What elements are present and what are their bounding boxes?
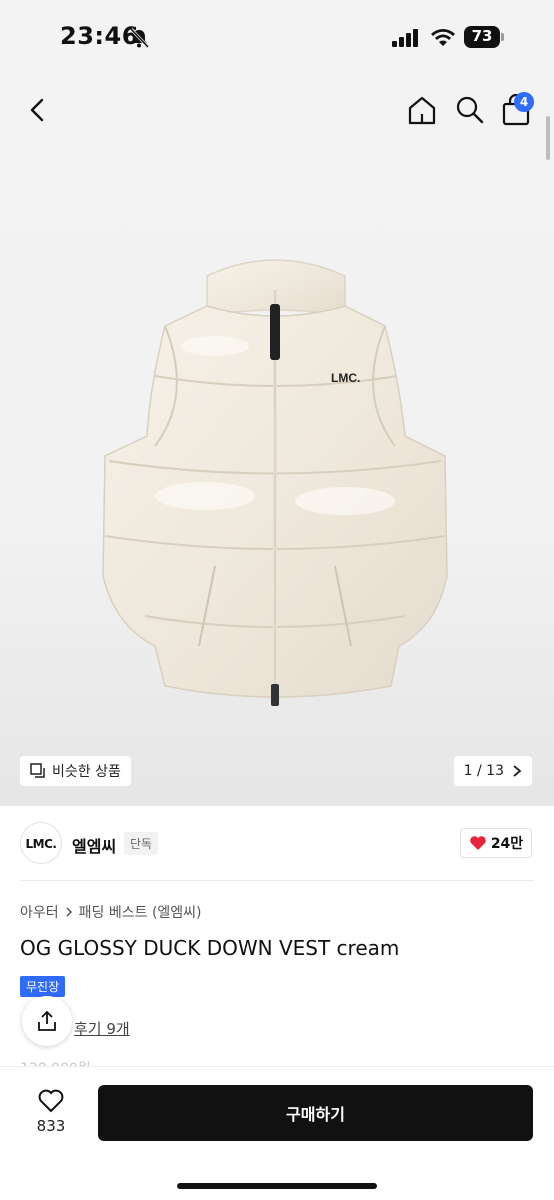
similar-icon (30, 763, 45, 778)
chevron-right-icon (513, 765, 522, 777)
wifi-icon (431, 29, 455, 46)
share-button[interactable] (22, 996, 72, 1046)
brand-name[interactable]: 엘엠씨 (72, 833, 116, 857)
bell-slash-icon (129, 27, 150, 49)
home-indicator[interactable] (177, 1183, 377, 1189)
bottom-bar: 833 구매하기 (0, 1066, 554, 1200)
similar-products-label: 비슷한 상품 (52, 764, 121, 780)
breadcrumb-category[interactable]: 아우터 (20, 902, 59, 922)
status-bar: 23:46 73 (0, 0, 554, 76)
brand-like-count: 24만 (490, 836, 524, 852)
chevron-right-icon (66, 907, 72, 917)
search-icon[interactable] (454, 94, 486, 126)
brand-like-button[interactable]: 24만 (460, 828, 532, 858)
share-icon (38, 1010, 56, 1031)
gallery-page-indicator[interactable]: 1 / 13 (453, 756, 532, 786)
battery-indicator: 73 (464, 26, 504, 48)
similar-products-button[interactable]: 비슷한 상품 (20, 756, 131, 786)
breadcrumb-subcategory[interactable]: 패딩 베스트 (엘엠씨) (79, 902, 202, 922)
promo-badge: 무진장 (20, 976, 66, 997)
breadcrumb: 아우터 패딩 베스트 (엘엠씨) (20, 902, 202, 922)
buy-button[interactable]: 구매하기 (98, 1085, 533, 1141)
exclusive-tag: 단독 (124, 832, 159, 855)
review-link[interactable]: 후기 9개 (74, 1018, 130, 1039)
heart-outline-icon[interactable] (38, 1089, 64, 1113)
back-icon[interactable] (24, 96, 52, 124)
product-title: OG GLOSSY DUCK DOWN VEST cream (20, 936, 400, 960)
battery-level: 73 (471, 27, 493, 45)
vest-image: LMC. (102, 259, 448, 706)
scrollbar[interactable] (546, 116, 550, 160)
heart-filled-icon (470, 836, 486, 850)
divider (20, 880, 534, 881)
cart-count-badge: 4 (514, 92, 534, 112)
page-indicator-text: 1 / 13 (463, 763, 504, 779)
brand-logo[interactable]: LMC. (20, 822, 62, 864)
brand-row[interactable]: LMC. 엘엠씨 단독 24만 (0, 822, 554, 866)
signal-icon (392, 29, 418, 47)
wish-count: 833 (36, 1117, 66, 1135)
vest-logo-print: LMC. (331, 371, 360, 385)
home-icon[interactable] (406, 94, 438, 126)
product-image-gallery[interactable]: 4 LMC. 비슷한 상품 1 / 13 (0, 76, 554, 806)
